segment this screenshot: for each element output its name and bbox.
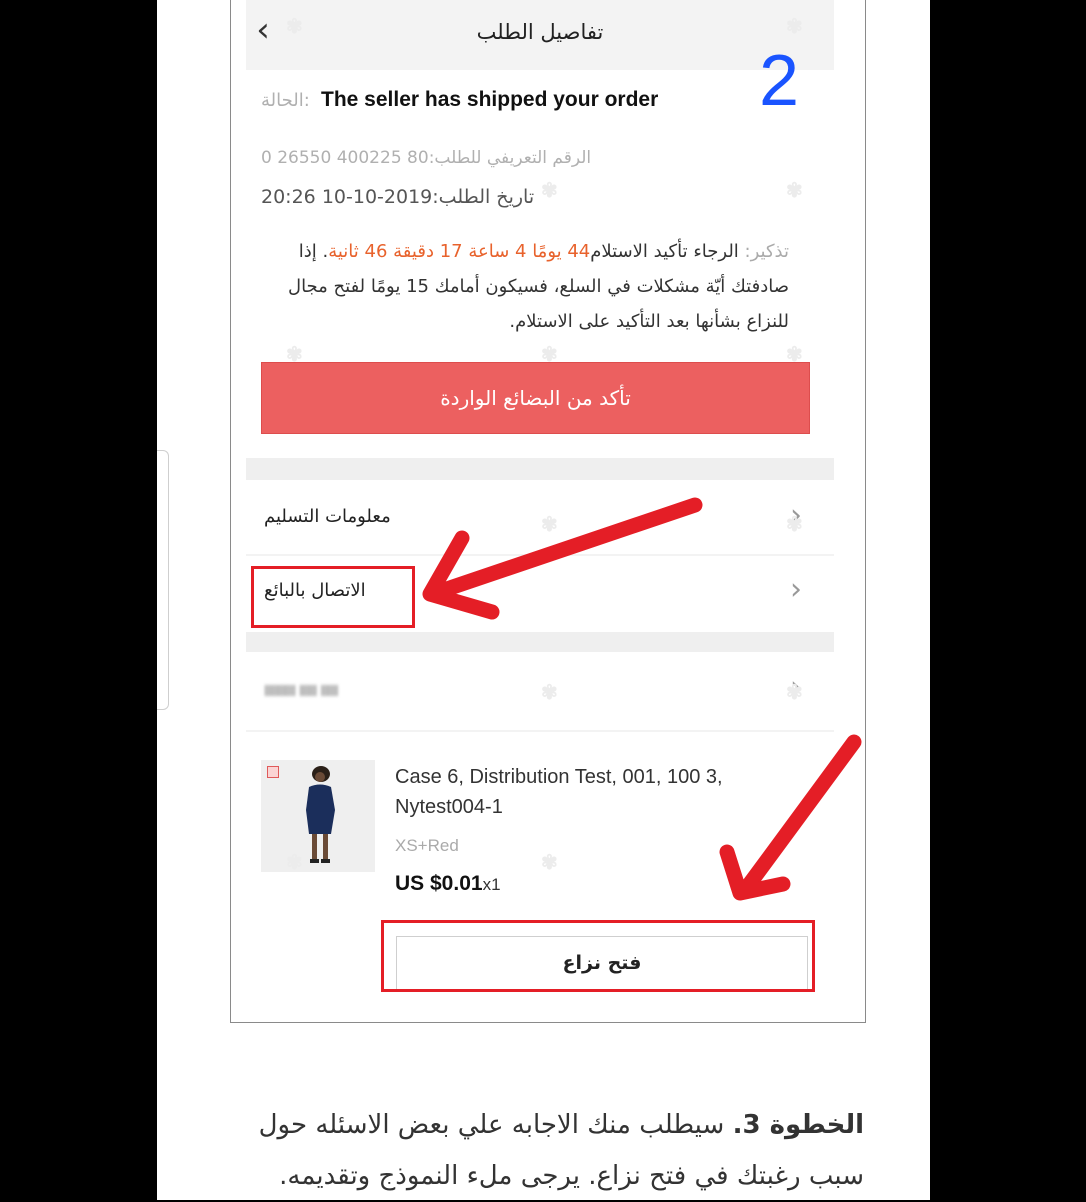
- section-divider: [246, 632, 834, 652]
- instruction-caption: الخطوة 3. سيطلب منك الاجابه علي بعض الاس…: [230, 1100, 864, 1202]
- blurred-label: lllllllll lllll lllll: [264, 682, 339, 696]
- reminder-text: تذكير: الرجاء تأكيد الاستلام44 يومًا 4 س…: [259, 234, 789, 339]
- confirm-goods-received-button[interactable]: تأكد من البضائع الواردة: [261, 362, 810, 434]
- watermark-icon: ✾: [786, 342, 803, 366]
- reminder-countdown: 44 يومًا 4 ساعة 17 دقيقة 46 ثانية: [328, 241, 591, 262]
- blurred-row[interactable]: lllllllll lllll lllll ›: [246, 654, 834, 732]
- watermark-icon: ✾: [286, 342, 303, 366]
- contact-seller-highlight: [251, 566, 415, 628]
- price-value: US $0.01: [395, 872, 483, 895]
- caption-line-2: سبب رغبتك في فتح نزاع. يرجى ملء النموذج …: [279, 1161, 864, 1191]
- status-label: الحالة:: [261, 90, 310, 111]
- order-details-screen: ‹ تفاصيل الطلب 2 الحالة: The seller has …: [246, 0, 834, 1022]
- product-image[interactable]: [261, 760, 375, 872]
- order-status: الحالة: The seller has shipped your orde…: [261, 88, 821, 120]
- reminder-part1: الرجاء تأكيد الاستلام: [590, 241, 739, 262]
- watermark-icon: ✾: [541, 850, 558, 874]
- order-id: الرقم التعريفي للطلب:80 400225 26550 0: [261, 148, 592, 168]
- delivery-info-label: معلومات التسليم: [264, 506, 391, 527]
- watermark-icon: ✾: [286, 14, 303, 38]
- page-title: تفاصيل الطلب: [476, 20, 604, 44]
- caption-text-1: سيطلب منك الاجابه علي بعض الاسئله حول: [258, 1110, 733, 1140]
- product-badge-icon: [267, 766, 279, 778]
- watermark-icon: ✾: [541, 342, 558, 366]
- product-title[interactable]: Case 6, Distribution Test, 001, 100 3, N…: [395, 762, 815, 822]
- header-bar: ‹ تفاصيل الطلب: [246, 0, 834, 70]
- caption-step-label: الخطوة 3.: [732, 1110, 864, 1140]
- reminder-prefix: تذكير:: [738, 241, 789, 262]
- caption-line-1: الخطوة 3. سيطلب منك الاجابه علي بعض الاس…: [230, 1100, 864, 1151]
- watermark-icon: ✾: [786, 14, 803, 38]
- watermark-icon: ✾: [786, 512, 803, 536]
- watermark-icon: ✾: [786, 178, 803, 202]
- product-quantity: x1: [482, 875, 501, 894]
- app-screenshot: ‹ تفاصيل الطلب 2 الحالة: The seller has …: [230, 0, 866, 1023]
- side-tab[interactable]: [157, 450, 169, 710]
- watermark-icon: ✾: [786, 680, 803, 704]
- delivery-info-row[interactable]: معلومات التسليم ›: [246, 482, 834, 556]
- status-text: The seller has shipped your order: [321, 88, 659, 111]
- open-dispute-highlight: [381, 920, 815, 992]
- watermark-icon: ✾: [541, 512, 558, 536]
- watermark-icon: ✾: [286, 850, 303, 874]
- section-divider: [246, 458, 834, 480]
- product-item[interactable]: Case 6, Distribution Test, 001, 100 3, N…: [261, 760, 821, 910]
- product-variant: XS+Red: [395, 836, 459, 855]
- watermark-icon: ✾: [541, 178, 558, 202]
- chevron-right-icon: ›: [790, 572, 802, 607]
- watermark-icon: ✾: [541, 680, 558, 704]
- order-date: تاريخ الطلب:2019-10-10 20:26: [261, 186, 535, 208]
- product-price: US $0.01x1: [395, 872, 501, 896]
